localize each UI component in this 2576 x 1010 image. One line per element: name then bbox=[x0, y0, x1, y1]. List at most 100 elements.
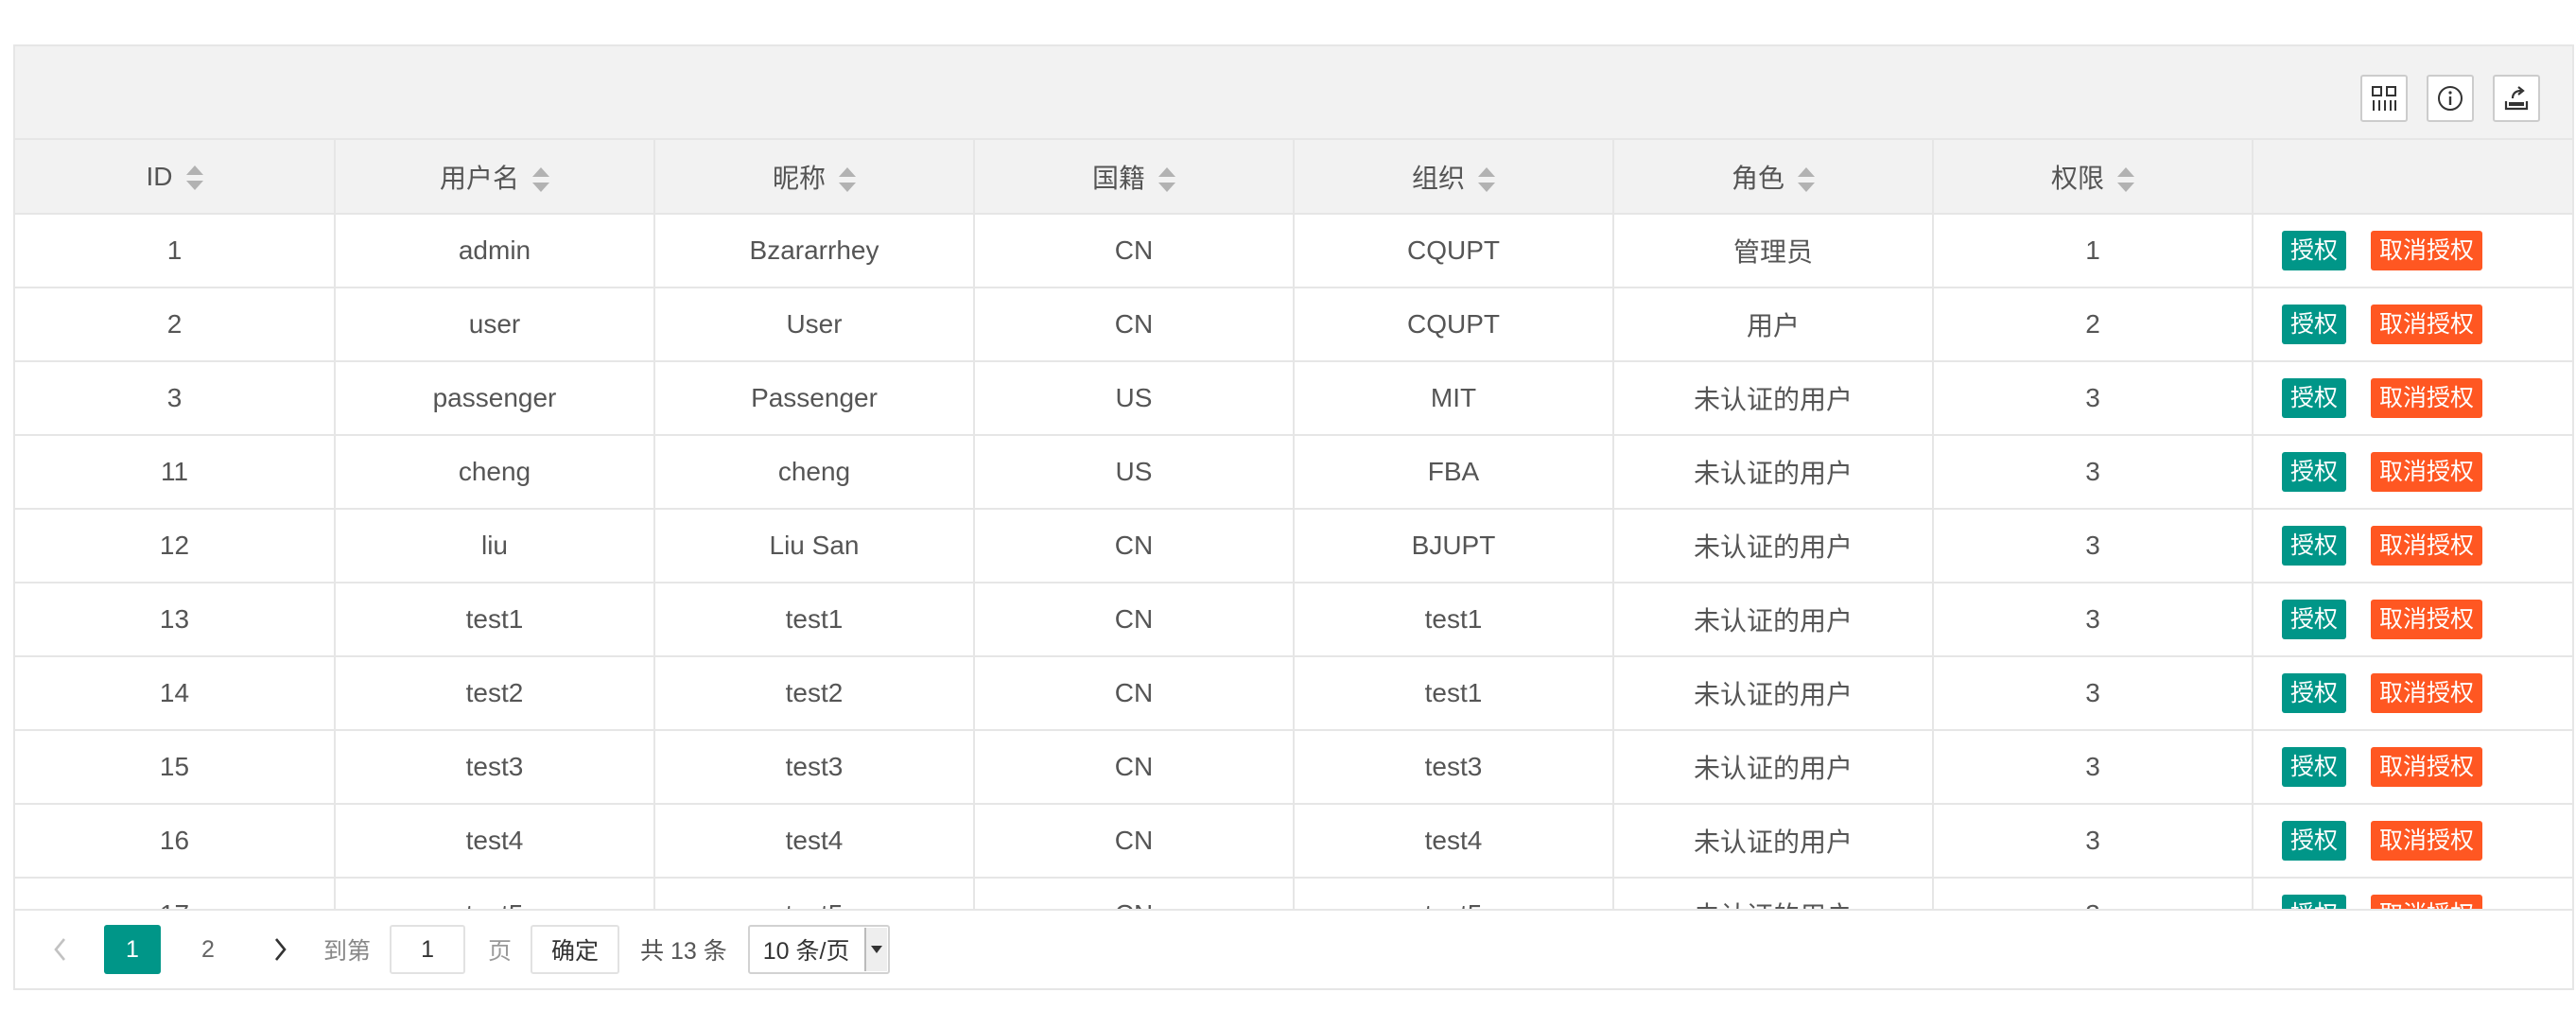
cell-nationality: CN bbox=[973, 214, 1295, 288]
pagination: 1 2 到第 页 确定 共 13 条 10 条/页 bbox=[15, 909, 2572, 988]
column-header-username[interactable]: 用户名 bbox=[334, 140, 655, 215]
cell-nationality: CN bbox=[973, 582, 1295, 657]
cell-nationality: CN bbox=[973, 803, 1295, 879]
table-header-row: ID 用户名 昵称 国籍 组织 角色 权限 bbox=[15, 140, 2572, 215]
cell-username: test2 bbox=[334, 655, 655, 731]
grant-button[interactable]: 授权 bbox=[2282, 231, 2347, 270]
info-button[interactable] bbox=[2427, 75, 2474, 122]
revoke-button[interactable]: 取消授权 bbox=[2371, 378, 2483, 418]
sort-icon[interactable] bbox=[839, 167, 856, 193]
column-header-nationality[interactable]: 国籍 bbox=[973, 140, 1295, 215]
table-row: 16 test4 test4 CN test4 未认证的用户 3 授权 取消授权 bbox=[15, 803, 2572, 879]
sort-icon[interactable] bbox=[1478, 167, 1495, 193]
page-1-button[interactable]: 1 bbox=[104, 925, 161, 974]
table-row: 1 admin Bzararrhey CN CQUPT 管理员 1 授权 取消授权 bbox=[15, 214, 2572, 288]
cell-permission: 3 bbox=[1932, 360, 2254, 436]
cell-nationality: US bbox=[973, 360, 1295, 436]
cell-role: 用户 bbox=[1612, 287, 1934, 362]
column-header-id[interactable]: ID bbox=[15, 140, 336, 215]
cell-username: user bbox=[334, 287, 655, 362]
cell-organization: BJUPT bbox=[1293, 508, 1614, 583]
cell-role: 未认证的用户 bbox=[1612, 655, 1934, 731]
cell-organization: FBA bbox=[1293, 434, 1614, 510]
revoke-button[interactable]: 取消授权 bbox=[2371, 452, 2483, 492]
table-row: 2 user User CN CQUPT 用户 2 授权 取消授权 bbox=[15, 287, 2572, 362]
cell-username: test5 bbox=[334, 877, 655, 911]
sort-icon[interactable] bbox=[2117, 167, 2134, 193]
cell-id: 14 bbox=[15, 655, 336, 731]
cell-permission: 3 bbox=[1932, 803, 2254, 879]
grant-button[interactable]: 授权 bbox=[2282, 305, 2347, 344]
cell-nationality: CN bbox=[973, 508, 1295, 583]
page-size-select[interactable]: 10 条/页 bbox=[747, 925, 890, 974]
sort-icon[interactable] bbox=[185, 165, 203, 191]
cell-id: 2 bbox=[15, 287, 336, 362]
cell-nickname: test1 bbox=[653, 582, 975, 657]
cell-actions: 授权取消授权 bbox=[2252, 729, 2572, 805]
sort-icon[interactable] bbox=[532, 167, 549, 193]
grant-button[interactable]: 授权 bbox=[2282, 378, 2347, 418]
cell-organization: test1 bbox=[1293, 655, 1614, 731]
cell-id: 16 bbox=[15, 803, 336, 879]
revoke-button[interactable]: 取消授权 bbox=[2371, 231, 2483, 270]
cell-actions: 授权取消授权 bbox=[2252, 360, 2572, 436]
columns-filter-button[interactable] bbox=[2360, 75, 2408, 122]
cell-id: 3 bbox=[15, 360, 336, 436]
column-header-permission[interactable]: 权限 bbox=[1932, 140, 2254, 215]
prev-page-button[interactable] bbox=[36, 925, 85, 974]
page-2-button[interactable]: 2 bbox=[180, 925, 236, 974]
cell-id: 12 bbox=[15, 508, 336, 583]
page-unit-label: 页 bbox=[488, 938, 513, 965]
cell-nickname: Bzararrhey bbox=[653, 214, 975, 288]
cell-role: 未认证的用户 bbox=[1612, 582, 1934, 657]
dropdown-arrow-icon[interactable] bbox=[863, 928, 887, 971]
chevron-left-icon bbox=[54, 938, 66, 961]
cell-role: 未认证的用户 bbox=[1612, 434, 1934, 510]
sort-icon[interactable] bbox=[1798, 167, 1815, 193]
grant-button[interactable]: 授权 bbox=[2282, 526, 2347, 566]
column-header-organization[interactable]: 组织 bbox=[1293, 140, 1614, 215]
grant-button[interactable]: 授权 bbox=[2282, 821, 2347, 861]
cell-organization: test1 bbox=[1293, 582, 1614, 657]
revoke-button[interactable]: 取消授权 bbox=[2371, 821, 2483, 861]
table-body-wrapper[interactable]: ID 用户名 昵称 国籍 组织 角色 权限 1 admin Bzararrhey CN… bbox=[15, 140, 2572, 911]
column-header-role[interactable]: 角色 bbox=[1612, 140, 1934, 215]
revoke-button[interactable]: 取消授权 bbox=[2371, 526, 2483, 566]
grant-button[interactable]: 授权 bbox=[2282, 747, 2347, 787]
cell-id: 15 bbox=[15, 729, 336, 805]
cell-actions: 授权取消授权 bbox=[2252, 655, 2572, 731]
cell-actions: 授权取消授权 bbox=[2252, 287, 2572, 362]
goto-page-input[interactable] bbox=[390, 925, 466, 974]
cell-permission: 3 bbox=[1932, 729, 2254, 805]
cell-id: 1 bbox=[15, 214, 336, 288]
cell-username: cheng bbox=[334, 434, 655, 510]
cell-id: 13 bbox=[15, 582, 336, 657]
table-row: 13 test1 test1 CN test1 未认证的用户 3 授权 取消授权 bbox=[15, 582, 2572, 657]
cell-nickname: Liu San bbox=[653, 508, 975, 583]
cell-actions: 授权取消授权 bbox=[2252, 434, 2572, 510]
revoke-button[interactable]: 取消授权 bbox=[2371, 600, 2483, 639]
grant-button[interactable]: 授权 bbox=[2282, 452, 2347, 492]
cell-nationality: CN bbox=[973, 287, 1295, 362]
export-button[interactable] bbox=[2493, 75, 2540, 122]
grant-button[interactable]: 授权 bbox=[2282, 600, 2347, 639]
cell-role: 未认证的用户 bbox=[1612, 360, 1934, 436]
next-page-button[interactable] bbox=[255, 925, 305, 974]
revoke-button[interactable]: 取消授权 bbox=[2371, 673, 2483, 713]
info-circle-icon bbox=[2438, 86, 2463, 111]
cell-id: 17 bbox=[15, 877, 336, 911]
revoke-button[interactable]: 取消授权 bbox=[2371, 747, 2483, 787]
revoke-button[interactable]: 取消授权 bbox=[2371, 305, 2483, 344]
confirm-goto-button[interactable]: 确定 bbox=[531, 925, 620, 974]
cell-organization: CQUPT bbox=[1293, 214, 1614, 288]
columns-filter-icon bbox=[2372, 86, 2396, 111]
cell-username: test1 bbox=[334, 582, 655, 657]
sort-icon[interactable] bbox=[1158, 167, 1175, 193]
cell-actions: 授权取消授权 bbox=[2252, 582, 2572, 657]
cell-role: 未认证的用户 bbox=[1612, 877, 1934, 911]
table-toolbar bbox=[15, 46, 2572, 140]
grant-button[interactable]: 授权 bbox=[2282, 673, 2347, 713]
column-header-nickname[interactable]: 昵称 bbox=[653, 140, 975, 215]
cell-id: 11 bbox=[15, 434, 336, 510]
table-row: 3 passenger Passenger US MIT 未认证的用户 3 授权 取消授权 bbox=[15, 360, 2572, 436]
